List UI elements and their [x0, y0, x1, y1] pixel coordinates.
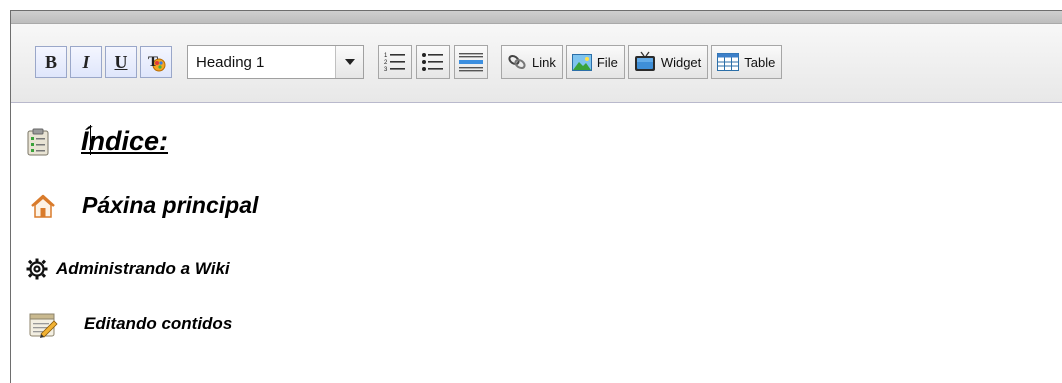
text-cursor — [90, 125, 91, 155]
bold-button[interactable]: B — [35, 46, 67, 78]
content-item-label[interactable]: Editando contidos — [84, 314, 232, 334]
insert-widget-label: Widget — [660, 54, 702, 70]
insert-widget-button[interactable]: Widget — [627, 45, 709, 79]
svg-text:1: 1 — [384, 53, 388, 59]
content-item-label[interactable]: Páxina principal — [82, 192, 258, 219]
insert-file-label: File — [596, 54, 618, 70]
editor-top-strip — [11, 11, 1062, 24]
bulleted-list-icon — [422, 53, 443, 71]
svg-text:3: 3 — [384, 67, 388, 73]
text-color-icon: T — [148, 54, 166, 72]
text-color-button[interactable]: T — [140, 46, 172, 78]
italic-button[interactable]: I — [70, 46, 102, 78]
format-button-group: B I U T — [35, 46, 172, 78]
content-item-home: Páxina principal — [30, 192, 258, 219]
insert-button-group: Link File Widget Table — [501, 45, 783, 79]
insert-link-button[interactable]: Link — [501, 45, 563, 79]
paragraph-style-select[interactable]: Heading 1 — [187, 45, 364, 79]
table-icon — [717, 53, 740, 71]
insert-file-button[interactable]: File — [565, 45, 625, 79]
notepad-pencil-icon — [29, 313, 58, 338]
home-icon — [31, 194, 55, 218]
content-item-admin: Administrando a Wiki — [26, 258, 230, 280]
numbered-list-icon: 1 2 3 — [384, 53, 405, 73]
index-heading: Índice: — [81, 126, 169, 156]
content-item-label[interactable]: Administrando a Wiki — [56, 259, 230, 279]
tv-widget-icon — [634, 51, 655, 71]
svg-text:2: 2 — [384, 60, 388, 66]
chevron-down-icon[interactable] — [335, 46, 363, 78]
clipboard-checklist-icon — [27, 128, 49, 155]
insert-table-label: Table — [744, 54, 776, 70]
image-file-icon — [571, 53, 592, 71]
insert-link-label: Link — [532, 54, 556, 70]
svg-text:T: T — [148, 54, 158, 70]
content-item-editing: Editando contidos — [28, 310, 232, 338]
horizontal-rule-button[interactable] — [454, 45, 488, 79]
editor-content-area[interactable]: Índice: Páxina principal Administrando a… — [0, 92, 1062, 383]
list-button-group: 1 2 3 — [378, 45, 488, 79]
gear-icon — [26, 258, 48, 280]
horizontal-rule-icon — [459, 53, 483, 72]
index-heading-line: Índice: — [26, 126, 168, 157]
insert-table-button[interactable]: Table — [711, 45, 783, 79]
toolbar-row: B I U T Heading 1 1 2 3 Link File Widget… — [35, 42, 783, 82]
underline-button[interactable]: U — [105, 46, 137, 78]
paragraph-style-value: Heading 1 — [196, 53, 265, 71]
bulleted-list-button[interactable] — [416, 45, 450, 79]
chain-link-icon — [508, 54, 526, 70]
numbered-list-button[interactable]: 1 2 3 — [378, 45, 412, 79]
